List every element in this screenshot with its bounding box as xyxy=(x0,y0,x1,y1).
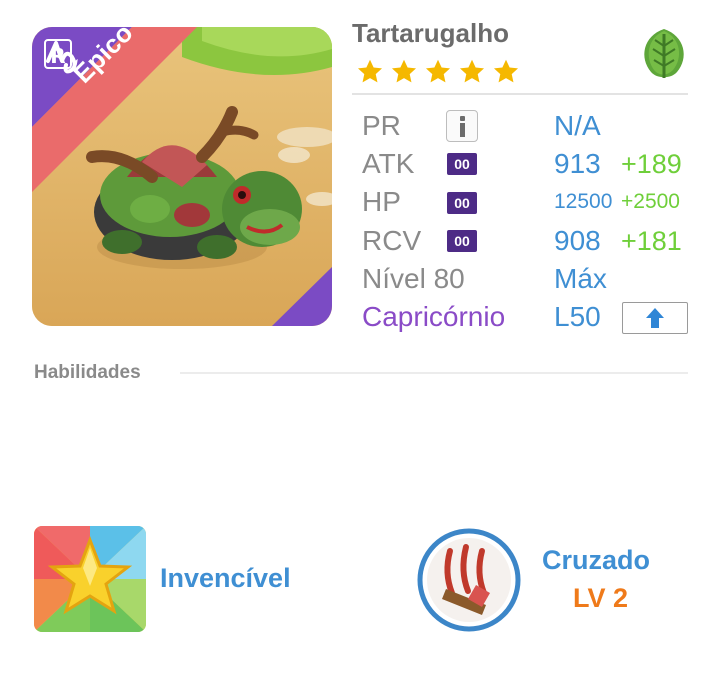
leader-skill-icon[interactable] xyxy=(416,527,522,633)
level-label: Nível 80 xyxy=(362,263,465,294)
star-icon xyxy=(459,59,485,83)
star-skill-icon xyxy=(34,526,146,632)
arrow-up-icon xyxy=(646,308,664,328)
claw-icon xyxy=(417,528,521,632)
atk-bonus: +189 xyxy=(621,149,682,179)
rcv-bonus: +181 xyxy=(621,226,682,256)
hp-label: HP xyxy=(362,186,401,217)
hp-badge: 00 xyxy=(447,192,477,214)
info-icon[interactable] xyxy=(446,110,478,142)
constellation-level: L50 xyxy=(554,301,601,332)
capricorn-icon xyxy=(46,41,77,74)
hp-value: 12500 xyxy=(554,190,613,213)
leaf-icon xyxy=(644,29,684,78)
hp-bonus: +2500 xyxy=(621,190,680,213)
star-icon xyxy=(357,59,383,83)
upgrade-button[interactable] xyxy=(622,302,688,334)
rcv-label: RCV xyxy=(362,225,422,256)
star-rating xyxy=(356,58,520,86)
star-icon xyxy=(493,59,519,83)
star-icon xyxy=(425,59,451,83)
skills-section-title: Habilidades xyxy=(34,362,141,383)
constellation-label: Capricórnio xyxy=(362,301,506,332)
active-skill-name: Invencível xyxy=(160,563,291,593)
monster-name: Tartarugalho xyxy=(352,18,509,48)
level-value: Máx xyxy=(554,263,607,294)
rcv-badge: 00 xyxy=(447,230,477,252)
pr-label: PR xyxy=(362,110,401,141)
header-divider xyxy=(352,93,688,95)
atk-label: ATK xyxy=(362,148,415,179)
leader-skill-level: LV 2 xyxy=(573,583,629,613)
atk-badge: 00 xyxy=(447,153,477,175)
skills-divider xyxy=(180,372,688,374)
star-icon xyxy=(391,59,417,83)
atk-value: 913 xyxy=(554,148,601,179)
active-skill-icon[interactable] xyxy=(34,526,146,632)
pr-value: N/A xyxy=(554,110,601,141)
leader-skill-name: Cruzado xyxy=(542,545,650,575)
monster-portrait[interactable]: R Épico xyxy=(32,27,332,326)
rcv-value: 908 xyxy=(554,225,601,256)
